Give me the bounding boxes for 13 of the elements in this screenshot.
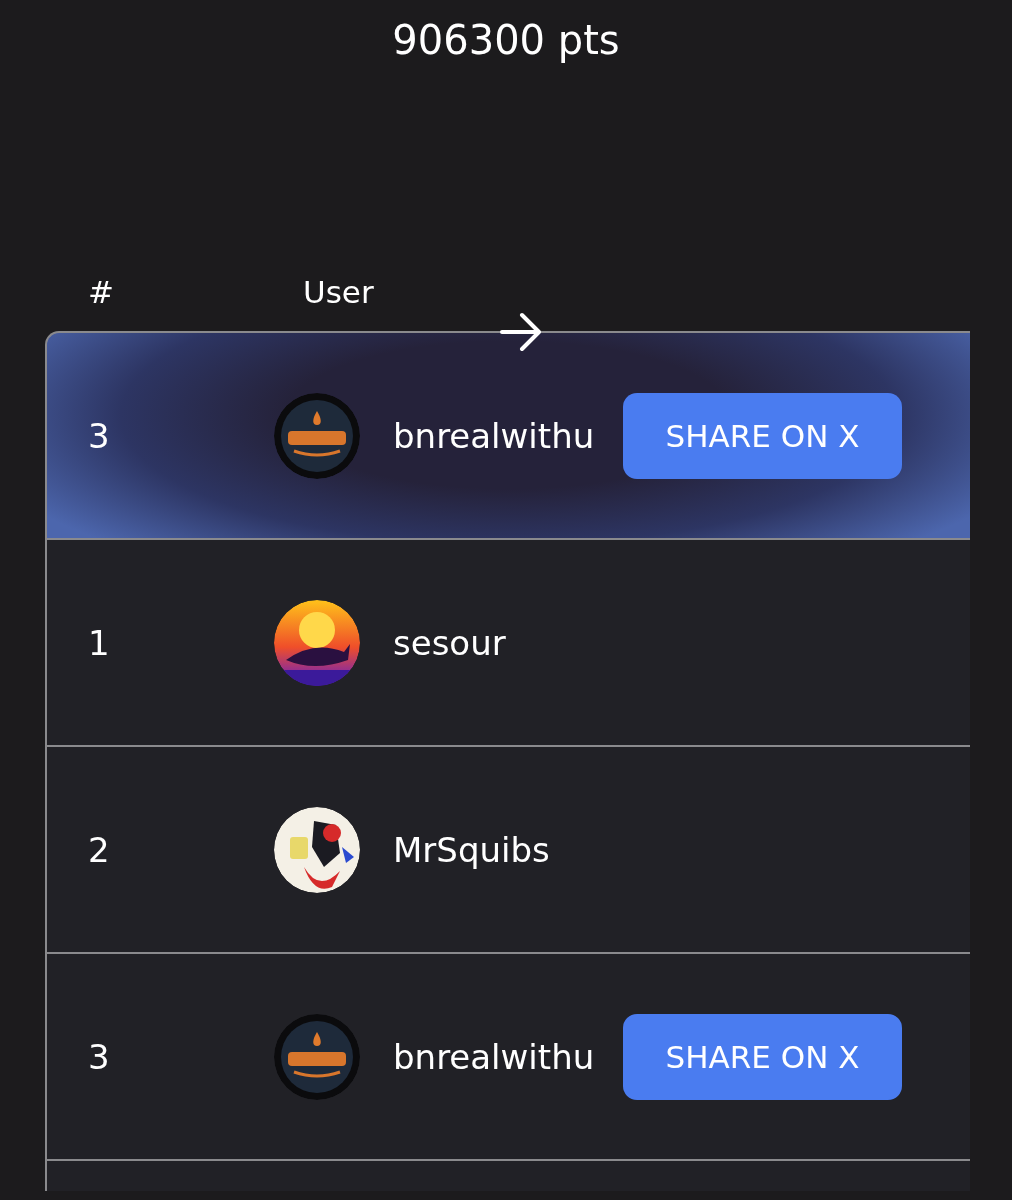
username: sesour [393, 622, 507, 663]
share-button[interactable]: SHARE ON X [623, 392, 902, 479]
column-header: # [88, 274, 115, 310]
rank-number: 1 [87, 622, 111, 663]
rank-number: 3 [87, 415, 111, 456]
column-header: User [303, 274, 375, 310]
share-button[interactable]: SHARE ON X [623, 1013, 902, 1100]
username: MrSquibs [393, 829, 551, 870]
rank-number: 2 [87, 829, 111, 870]
rank-number: 3 [87, 1036, 111, 1077]
points-total: 906300 pts [391, 16, 621, 64]
username: bnrealwithu [393, 415, 596, 456]
username: bnrealwithu [393, 1036, 596, 1077]
